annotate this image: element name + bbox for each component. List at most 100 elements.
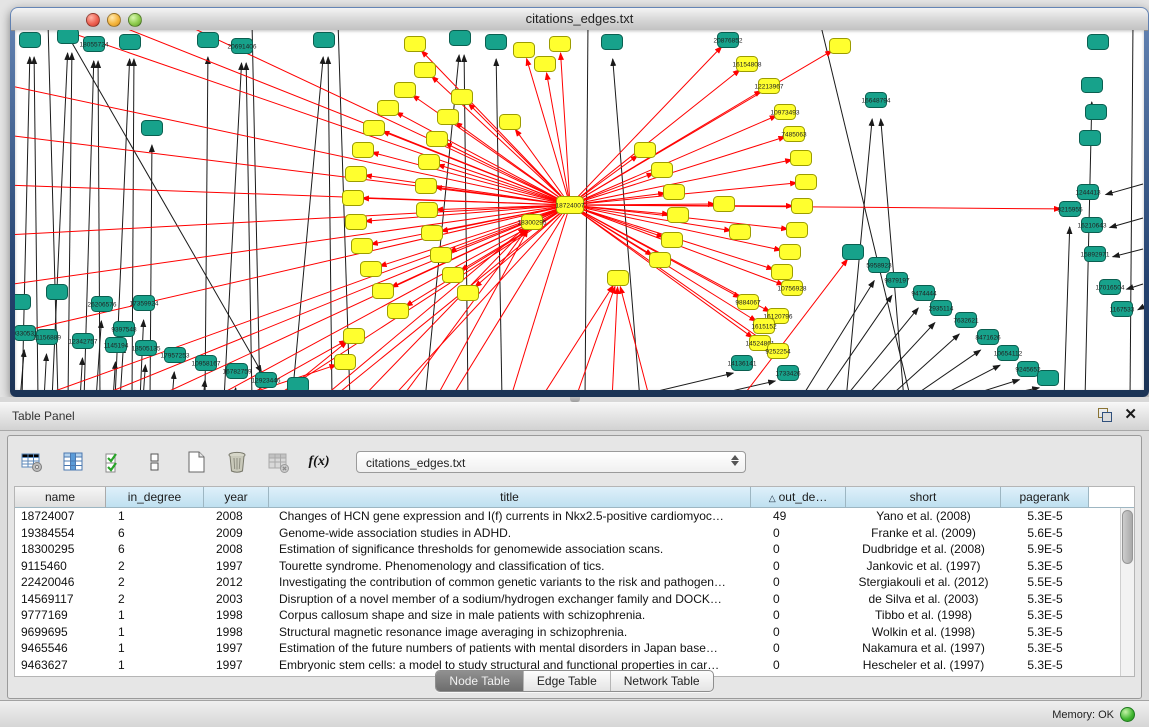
graph-node[interactable] xyxy=(830,39,851,54)
citation-edge-red[interactable] xyxy=(372,152,570,205)
citation-edge-black[interactable] xyxy=(60,30,262,372)
graph-node[interactable] xyxy=(772,265,793,280)
citation-edge-black[interactable] xyxy=(1130,30,1133,390)
citation-edge-black[interactable] xyxy=(1127,284,1143,289)
graph-node[interactable] xyxy=(438,110,459,125)
table-row[interactable]: 911546021997Tourette syndrome. Phenomeno… xyxy=(15,558,1121,575)
citation-edge-red[interactable] xyxy=(15,205,570,235)
citation-edge-black[interactable] xyxy=(933,365,1000,390)
new-table-button[interactable] xyxy=(182,448,210,476)
graph-node[interactable] xyxy=(843,245,864,260)
citation-edge-black[interactable] xyxy=(692,381,775,390)
table-settings-button[interactable] xyxy=(18,448,46,476)
column-header-title[interactable]: title xyxy=(269,487,751,508)
graph-node[interactable] xyxy=(780,245,801,260)
graph-node[interactable] xyxy=(405,37,426,52)
citation-edge-red[interactable] xyxy=(390,205,570,390)
graph-node[interactable] xyxy=(450,31,471,46)
column-header-in_degree[interactable]: in_degree xyxy=(106,487,204,508)
graph-node[interactable] xyxy=(668,208,689,223)
graph-node[interactable] xyxy=(443,268,464,283)
table-row[interactable]: 969969511998Structural magnetic resonanc… xyxy=(15,624,1121,641)
column-header-pagerank[interactable]: pagerank xyxy=(1001,487,1089,508)
citation-edge-black[interactable] xyxy=(246,63,252,390)
citation-edge-red[interactable] xyxy=(570,205,1061,209)
graph-node[interactable] xyxy=(47,285,68,300)
graph-node[interactable] xyxy=(427,132,448,147)
citation-edge-black[interactable] xyxy=(1113,249,1143,257)
graph-node[interactable] xyxy=(1086,105,1107,120)
citation-edge-black[interactable] xyxy=(1138,307,1143,310)
graph-node[interactable] xyxy=(514,43,535,58)
graph-node[interactable] xyxy=(142,121,163,136)
graph-node[interactable] xyxy=(796,175,817,190)
citation-edge-black[interactable] xyxy=(224,63,242,390)
citation-edge-black[interactable] xyxy=(496,59,502,390)
graph-node[interactable] xyxy=(431,248,452,263)
graph-node[interactable] xyxy=(288,378,309,391)
citation-edge-black[interactable] xyxy=(863,323,935,390)
row-selection-button[interactable] xyxy=(100,448,128,476)
graph-node[interactable] xyxy=(352,239,373,254)
graph-node[interactable] xyxy=(664,185,685,200)
citation-edge-black[interactable] xyxy=(205,57,208,390)
graph-node[interactable] xyxy=(361,262,382,277)
citation-edge-red[interactable] xyxy=(540,286,613,390)
graph-node[interactable] xyxy=(378,101,399,116)
citation-edge-red[interactable] xyxy=(561,53,570,205)
graph-node[interactable] xyxy=(20,33,41,48)
graph-node[interactable] xyxy=(602,35,623,50)
delete-table-button[interactable] xyxy=(223,448,251,476)
graph-node[interactable] xyxy=(652,163,673,178)
graph-node[interactable] xyxy=(198,33,219,48)
graph-node[interactable] xyxy=(1038,371,1059,386)
row-height-button[interactable] xyxy=(141,448,169,476)
graph-node[interactable] xyxy=(635,143,656,158)
window-titlebar[interactable]: citations_edges.txt xyxy=(11,8,1148,31)
vertical-scrollbar[interactable] xyxy=(1120,508,1134,676)
graph-node[interactable] xyxy=(373,284,394,299)
graph-node[interactable] xyxy=(335,355,356,370)
graph-node[interactable] xyxy=(314,33,335,48)
citation-edge-black[interactable] xyxy=(955,380,1019,390)
graph-node[interactable] xyxy=(416,179,437,194)
citation-edge-red[interactable] xyxy=(570,204,715,205)
graph-node[interactable] xyxy=(730,225,751,240)
graph-node[interactable] xyxy=(1088,35,1109,50)
graph-node[interactable] xyxy=(417,203,438,218)
citation-edge-black[interactable] xyxy=(425,55,459,390)
graph-node[interactable] xyxy=(650,253,671,268)
network-graph[interactable]: 1872400718055724206914062087685216154808… xyxy=(15,30,1144,390)
graph-node[interactable] xyxy=(662,233,683,248)
citation-edge-black[interactable] xyxy=(113,362,115,390)
citation-edge-black[interactable] xyxy=(1106,184,1143,195)
scrollbar-thumb[interactable] xyxy=(1122,510,1133,564)
graph-node[interactable] xyxy=(419,155,440,170)
citation-edge-black[interactable] xyxy=(1110,218,1143,228)
tab-edge-table[interactable]: Edge Table xyxy=(523,671,610,691)
graph-node[interactable] xyxy=(792,199,813,214)
network-canvas[interactable]: 1872400718055724206914062087685216154808… xyxy=(15,30,1144,390)
table-row[interactable]: 1872400712008Changes of HCN gene express… xyxy=(15,508,1121,525)
function-builder-button[interactable]: f(x) xyxy=(305,448,333,476)
table-row[interactable]: 1830029562008Estimation of significance … xyxy=(15,541,1121,558)
graph-node[interactable] xyxy=(608,271,629,286)
graph-node[interactable] xyxy=(346,215,367,230)
citation-edge-black[interactable] xyxy=(800,281,874,390)
graph-node[interactable] xyxy=(1080,131,1101,146)
graph-node[interactable] xyxy=(535,57,556,72)
table-row[interactable]: 1938455462009Genome-wide association stu… xyxy=(15,525,1121,542)
citation-edge-red[interactable] xyxy=(575,286,615,390)
citation-edge-black[interactable] xyxy=(843,308,918,390)
graph-node[interactable] xyxy=(364,121,385,136)
table-row[interactable]: 977716911998Corpus callosum shape and si… xyxy=(15,607,1121,624)
column-header-short[interactable]: short xyxy=(846,487,1001,508)
graph-node[interactable] xyxy=(120,35,141,50)
close-panel-icon[interactable]: ✕ xyxy=(1124,408,1137,422)
column-header-name[interactable]: name xyxy=(15,487,106,508)
citation-edge-black[interactable] xyxy=(328,57,332,390)
citation-edge-red[interactable] xyxy=(40,30,570,205)
citation-edge-red[interactable] xyxy=(570,70,740,205)
graph-node[interactable] xyxy=(714,197,735,212)
citation-edge-black[interactable] xyxy=(234,388,236,390)
